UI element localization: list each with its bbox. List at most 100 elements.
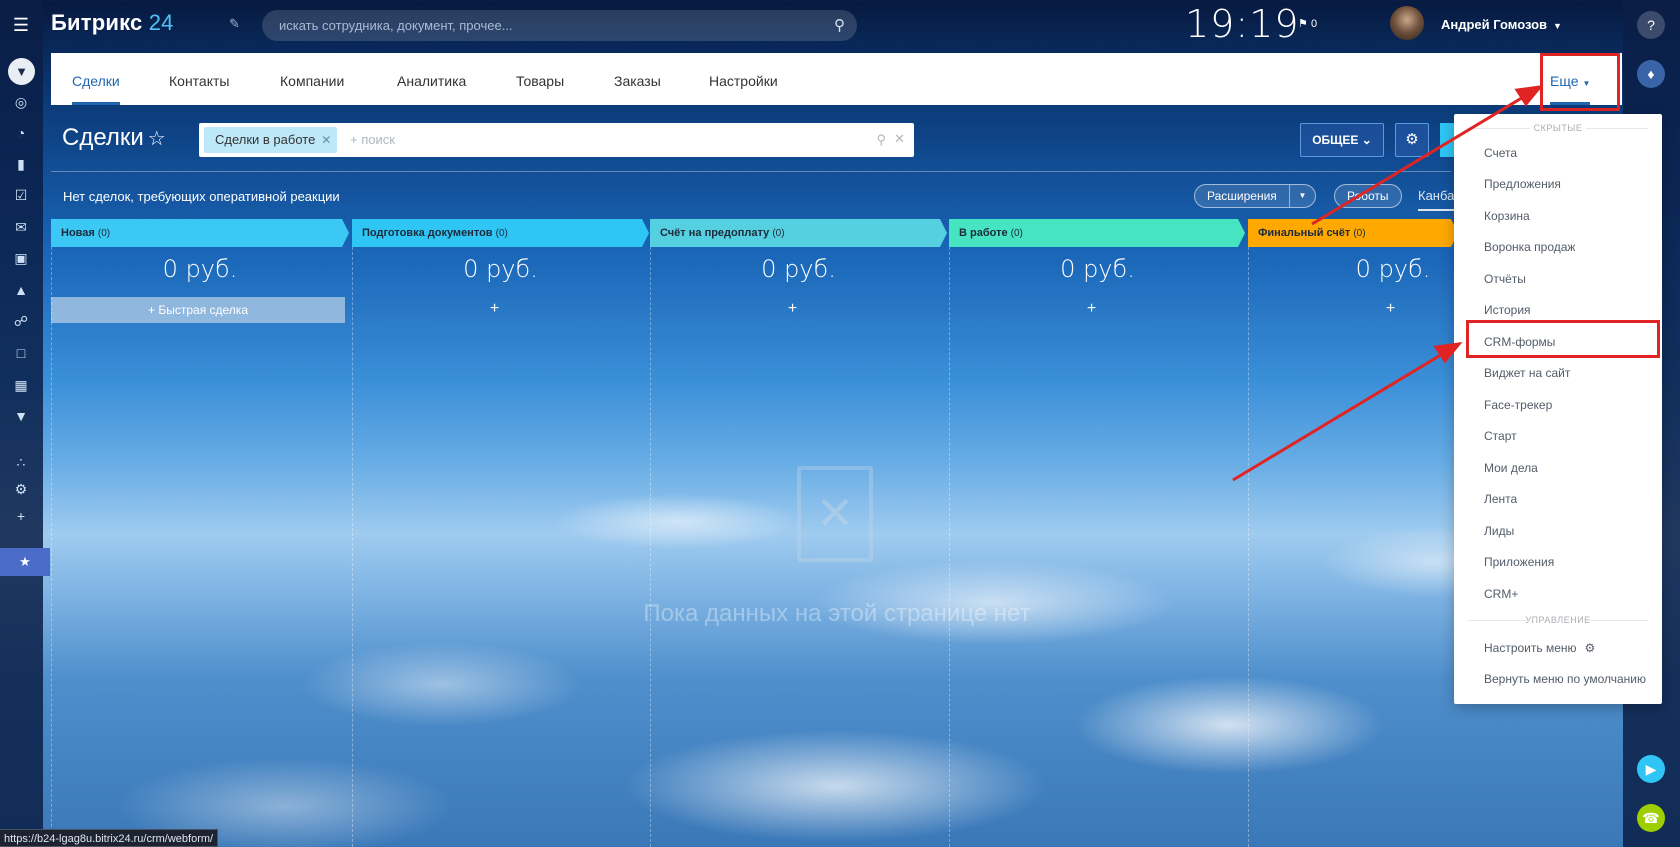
stage-header[interactable]: Подготовка документов (0) <box>352 219 649 247</box>
add-deal-plus-icon[interactable]: + <box>650 300 935 318</box>
tasks-icon[interactable]: ☑ <box>10 184 32 206</box>
filter-tag[interactable]: Сделки в работе ✕ <box>204 127 338 153</box>
search-icon[interactable]: ⚲ <box>834 10 845 41</box>
settings-button[interactable]: ⚙ <box>1395 123 1429 157</box>
menu-item-reset[interactable]: Вернуть меню по умолчанию <box>1484 672 1646 686</box>
status-bar-url: https://b24-lgag8u.bitrix24.ru/crm/webfo… <box>0 829 219 847</box>
flag-icon: ⚑ <box>1298 18 1308 30</box>
robots-button[interactable]: Роботы <box>1334 184 1402 208</box>
search-placeholder: искать сотрудника, документ, прочее... <box>279 18 513 33</box>
logo[interactable]: Битрикс 24 <box>51 10 174 36</box>
cart-icon[interactable]: ☍ <box>10 310 32 332</box>
stage-name: Счёт на предоплату <box>660 227 770 239</box>
stage-count: (0) <box>495 228 508 239</box>
gear-icon: ⚙ <box>1405 131 1419 148</box>
chevron-down-icon: ⌄ <box>1361 133 1372 147</box>
plus-icon: + <box>147 303 155 317</box>
tab-orders[interactable]: Заказы <box>614 53 661 105</box>
tab-settings[interactable]: Настройки <box>709 53 778 105</box>
quick-deal-button[interactable]: + Быстрая сделка <box>51 297 345 323</box>
page-title: Сделки ☆ <box>62 124 166 152</box>
pencil-icon[interactable]: ✎ <box>229 16 240 32</box>
structure-icon[interactable]: ∴ <box>10 451 32 473</box>
bell-icon[interactable]: ♦ <box>1637 60 1665 88</box>
tab-products[interactable]: Товары <box>516 53 564 105</box>
apps-grid-icon[interactable]: ▦ <box>10 374 32 396</box>
add-icon[interactable]: + <box>10 505 32 527</box>
tab-contacts[interactable]: Контакты <box>169 53 229 105</box>
menu-item-applications[interactable]: Приложения <box>1484 555 1554 569</box>
menu-item-site-widget[interactable]: Виджет на сайт <box>1484 366 1570 380</box>
stage-header[interactable]: Новая (0) <box>51 219 349 247</box>
add-deal-plus-icon[interactable]: + <box>949 300 1234 318</box>
menu-item-recycle-bin[interactable]: Корзина <box>1484 209 1530 223</box>
crm-filter-icon[interactable]: ▼ <box>8 58 35 85</box>
menu-item-crm-plus[interactable]: CRM+ <box>1484 587 1518 601</box>
extensions-button[interactable]: Расширения ▼ <box>1194 184 1316 208</box>
menu-item-quotes[interactable]: Предложения <box>1484 177 1561 191</box>
phone-icon[interactable]: ☎ <box>1637 804 1665 832</box>
open-lines-icon[interactable]: ▶ <box>1637 755 1665 783</box>
menu-item-feed[interactable]: Лента <box>1484 492 1517 506</box>
user-menu[interactable]: Андрей Гомозов ▼ <box>1441 17 1562 32</box>
menu-item-configure[interactable]: Настроить меню ⚙ <box>1484 641 1595 655</box>
mail-icon[interactable]: ✉ <box>10 216 32 238</box>
star-icon[interactable]: ☆ <box>148 128 166 150</box>
avatar[interactable] <box>1390 6 1424 40</box>
chart-icon[interactable]: ▮ <box>10 153 32 175</box>
help-icon[interactable]: ? <box>1637 11 1665 39</box>
more-down-icon[interactable]: ▼ <box>10 405 32 427</box>
menu-item-reports[interactable]: Отчёты <box>1484 272 1526 286</box>
column-divider <box>949 247 950 847</box>
more-highlight-box <box>1540 53 1620 111</box>
menu-item-history[interactable]: История <box>1484 303 1531 317</box>
add-deal-plus-icon[interactable]: + <box>352 300 637 318</box>
stage-sum: 0 руб. <box>761 255 836 283</box>
stage-header[interactable]: Финальный счёт (0) <box>1248 219 1458 247</box>
flag-counter[interactable]: ⚑ 0 <box>1298 17 1317 30</box>
clear-icon[interactable]: ✕ <box>894 131 905 147</box>
filter-placeholder: + поиск <box>350 132 395 147</box>
menu-item-my-activities[interactable]: Мои дела <box>1484 461 1538 475</box>
empty-state-text: Пока данных на этой странице нет <box>643 600 1031 627</box>
window-icon[interactable]: □ <box>10 342 32 364</box>
hamburger-menu-icon[interactable]: ☰ <box>10 14 32 36</box>
settings-icon[interactable]: ⚙ <box>10 478 32 500</box>
kanban-view-tab[interactable]: Канба <box>1418 188 1455 211</box>
global-search-input[interactable]: искать сотрудника, документ, прочее... ⚲ <box>262 10 857 41</box>
stage-count: (0) <box>97 228 111 239</box>
stage-header[interactable]: Счёт на предоплату (0) <box>650 219 947 247</box>
search-icon[interactable]: ⚲ <box>876 132 886 148</box>
caret-down-icon: ▼ <box>1289 185 1315 207</box>
menu-item-sales-funnel[interactable]: Воронка продаж <box>1484 240 1575 254</box>
target-icon[interactable]: ◎ <box>10 91 32 113</box>
column-divider <box>352 247 353 847</box>
menu-item-start[interactable]: Старт <box>1484 429 1517 443</box>
common-button[interactable]: ОБЩЕЕ ⌄ <box>1300 123 1384 157</box>
clock[interactable]: 19:19 <box>1185 2 1300 46</box>
column-divider <box>1248 247 1249 847</box>
menu-item-leads[interactable]: Лиды <box>1484 524 1514 538</box>
close-icon[interactable]: ✕ <box>321 127 331 153</box>
robot-icon[interactable]: ▣ <box>10 247 32 269</box>
user-name: Андрей Гомозов <box>1441 17 1548 32</box>
menu-item-face-tracker[interactable]: Face-трекер <box>1484 398 1552 412</box>
crm-tabbar: Сделки Контакты Компании Аналитика Товар… <box>51 53 1622 105</box>
stage-count: (0) <box>1353 228 1366 239</box>
caret-down-icon: ▼ <box>1553 21 1562 31</box>
tab-deals[interactable]: Сделки <box>72 53 120 105</box>
filter-search-input[interactable]: Сделки в работе ✕ + поиск ⚲ ✕ <box>199 123 914 157</box>
gear-icon: ⚙ <box>1584 641 1596 655</box>
stage-header[interactable]: В работе (0) <box>949 219 1245 247</box>
clock-icon[interactable]: ◔ <box>10 122 32 144</box>
quick-deal-label: Быстрая сделка <box>158 303 248 317</box>
special-offer-icon[interactable]: ★ <box>0 548 50 576</box>
column-divider <box>51 247 52 847</box>
stage-sum: 0 руб. <box>162 255 238 283</box>
tab-analytics[interactable]: Аналитика <box>397 53 466 105</box>
store-icon[interactable]: ▲ <box>10 279 32 301</box>
filter-tag-label: Сделки в работе <box>215 132 316 147</box>
tab-companies[interactable]: Компании <box>280 53 344 105</box>
menu-item-invoices[interactable]: Счета <box>1484 146 1517 160</box>
stage-count: (0) <box>772 228 785 239</box>
